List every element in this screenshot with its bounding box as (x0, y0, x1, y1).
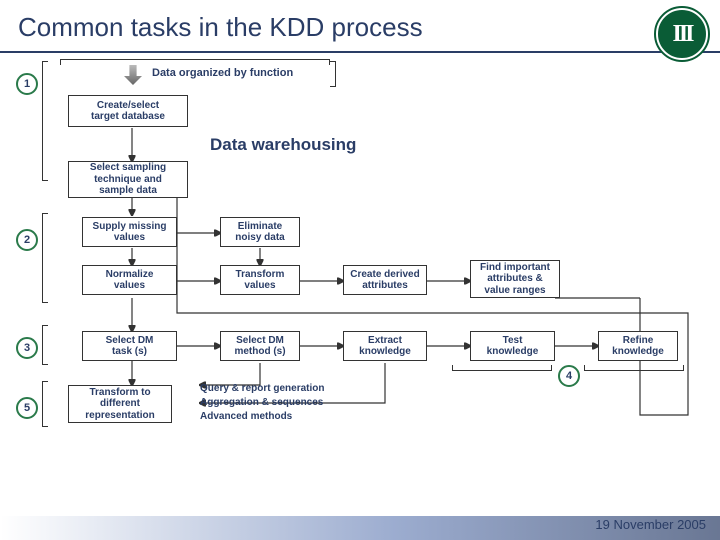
box-select-dm-method: Select DM method (s) (220, 331, 300, 361)
label-aggregation: Aggregation & sequences (200, 397, 323, 408)
label-advanced: Advanced methods (200, 411, 292, 422)
label-data-warehousing: Data warehousing (210, 135, 356, 155)
footer-date: 19 November 2005 (595, 517, 706, 532)
box-derived-attrs: Create derived attributes (343, 265, 427, 295)
brace-1 (42, 61, 48, 181)
diagram-canvas: 1 Data organized by function Create/sele… (0, 53, 720, 513)
box-normalize: Normalize values (82, 265, 177, 295)
box-sampling: Select sampling technique and sample dat… (68, 161, 188, 198)
box-select-dm-task: Select DM task (s) (82, 331, 177, 361)
stage-number-5: 5 (16, 397, 38, 419)
box-extract-knowledge: Extract knowledge (343, 331, 427, 361)
stage-number-2: 2 (16, 229, 38, 251)
brace-2 (42, 213, 48, 303)
brace-4-left (452, 365, 552, 371)
slide-title: Common tasks in the KDD process (18, 12, 423, 42)
stage-number-3: 3 (16, 337, 38, 359)
down-arrow-icon (124, 65, 142, 85)
brace-3 (42, 325, 48, 365)
box-refine-knowledge: Refine knowledge (598, 331, 678, 361)
box-find-important: Find important attributes & value ranges (470, 260, 560, 298)
box-eliminate-noisy: Eliminate noisy data (220, 217, 300, 247)
box-create-db: Create/select target database (68, 95, 188, 127)
box-transform-rep: Transform to different representation (68, 385, 172, 423)
stage-number-4: 4 (558, 365, 580, 387)
brace-1-top (60, 59, 330, 65)
stage-number-1: 1 (16, 73, 38, 95)
label-data-organized: Data organized by function (152, 67, 293, 79)
box-supply-missing: Supply missing values (82, 217, 177, 247)
brace-4-right (584, 365, 684, 371)
brace-1-right (330, 61, 336, 87)
box-transform-values: Transform values (220, 265, 300, 295)
box-test-knowledge: Test knowledge (470, 331, 555, 361)
brace-5 (42, 381, 48, 427)
label-query-report: Query & report generation (200, 383, 324, 394)
